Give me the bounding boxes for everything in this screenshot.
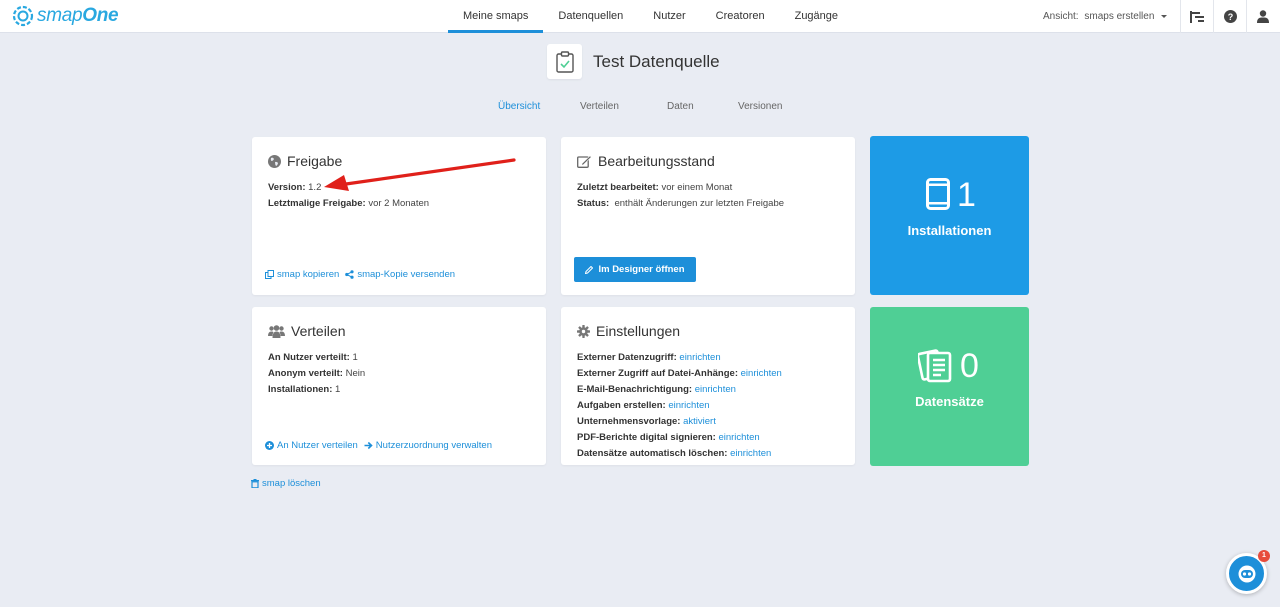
caret-down-icon [1161, 14, 1168, 18]
users-icon [268, 324, 285, 338]
view-label: Ansicht: [1043, 11, 1079, 22]
copy-smap-link[interactable]: smap kopieren [265, 269, 339, 280]
nav-meine-smaps[interactable]: Meine smaps [448, 0, 544, 33]
notification-badge: 1 [1258, 550, 1270, 562]
bearbeitungsstand-title: Bearbeitungsstand [577, 153, 715, 169]
tab-daten[interactable]: Daten [667, 99, 694, 114]
settings-row: Externer Zugriff auf Datei-Anhänge: einr… [577, 368, 782, 379]
pencil-icon [585, 265, 594, 274]
einstellungen-card: Einstellungen Externer Datenzugriff: ein… [561, 307, 855, 465]
datensaetze-count: 0 [960, 347, 979, 385]
status-row: Status: enthält Änderungen zur letzten F… [577, 198, 785, 209]
send-copy-link[interactable]: smap-Kopie versenden [345, 269, 455, 280]
datensaetze-tile[interactable]: 0 Datensätze [870, 307, 1029, 466]
chatbot-icon [1238, 565, 1255, 582]
verteilen-details: An Nutzer verteilt: 1 Anonym verteilt: N… [268, 350, 365, 398]
nav-nutzer[interactable]: Nutzer [638, 0, 700, 33]
settings-row: Datensätze automatisch löschen: einricht… [577, 448, 772, 459]
plus-circle-icon [265, 441, 274, 450]
share-icon [345, 270, 354, 279]
main-nav: Meine smaps Datenquellen Nutzer Creatore… [448, 0, 853, 33]
help-icon-button[interactable]: ? [1213, 0, 1246, 33]
user-distribution-row: An Nutzer verteilt: 1 [268, 352, 358, 363]
datensaetze-label: Datensätze [915, 394, 984, 409]
trash-icon [251, 479, 259, 488]
setup-pdf-signing-link[interactable]: einrichten [718, 432, 759, 443]
open-designer-button[interactable]: Im Designer öffnen [574, 257, 696, 282]
freigabe-actions: smap kopieren smap-Kopie versenden [265, 269, 455, 280]
svg-text:?: ? [1227, 12, 1233, 22]
anonymous-distribution-row: Anonym verteilt: Nein [268, 368, 366, 379]
settings-row: Externer Datenzugriff: einrichten [577, 352, 721, 363]
installationen-count: 1 [957, 176, 976, 214]
installationen-tile[interactable]: 1 Installationen [870, 136, 1029, 295]
annotation-arrow [324, 158, 516, 191]
verteilen-card: Verteilen An Nutzer verteilt: 1 Anonym v… [252, 307, 546, 465]
bearbeitungsstand-card: Bearbeitungsstand Zuletzt bearbeitet: vo… [561, 137, 855, 295]
edit-icon [577, 154, 592, 168]
company-template-link[interactable]: aktiviert [683, 416, 716, 427]
settings-row: E-Mail-Benachrichtigung: einrichten [577, 384, 736, 395]
help-icon: ? [1223, 10, 1237, 23]
settings-row: Aufgaben erstellen: einrichten [577, 400, 710, 411]
tab-verteilen[interactable]: Verteilen [580, 99, 619, 114]
verteilen-actions: An Nutzer verteilen Nutzerzuordnung verw… [265, 440, 492, 451]
settings-row: PDF-Berichte digital signieren: einricht… [577, 432, 760, 443]
last-release-row: Letztmalige Freigabe: vor 2 Monaten [268, 198, 430, 209]
bearbeitung-details: Zuletzt bearbeitet: vor einem Monat Stat… [577, 180, 784, 212]
setup-create-tasks-link[interactable]: einrichten [668, 400, 709, 411]
copy-icon [265, 270, 274, 279]
setup-email-notification-link[interactable]: einrichten [695, 384, 736, 395]
view-value: smaps erstellen [1084, 11, 1155, 22]
manage-user-assignment-link[interactable]: Nutzerzuordnung verwalten [364, 440, 492, 451]
nav-datenquellen[interactable]: Datenquellen [543, 0, 638, 33]
tab-uebersicht[interactable]: Übersicht [498, 99, 540, 114]
installationen-label: Installationen [907, 223, 992, 238]
globe-icon [268, 154, 281, 168]
datasource-icon-box [547, 44, 582, 79]
documents-icon [918, 349, 952, 383]
nav-creatoren[interactable]: Creatoren [701, 0, 780, 33]
flow-icon [1190, 10, 1204, 23]
flow-icon-button[interactable] [1180, 0, 1213, 33]
logo-icon [12, 5, 34, 27]
last-edited-row: Zuletzt bearbeitet: vor einem Monat [577, 182, 733, 193]
setup-external-attachment-access-link[interactable]: einrichten [741, 368, 782, 379]
top-navigation-bar: smapOne Meine smaps Datenquellen Nutzer … [0, 0, 1280, 33]
gear-icon [577, 324, 590, 338]
tablet-icon [926, 178, 950, 210]
einstellungen-title: Einstellungen [577, 323, 680, 339]
delete-smap-link[interactable]: smap löschen [251, 478, 321, 489]
setup-auto-delete-link[interactable]: einrichten [730, 448, 771, 459]
distribute-to-users-link[interactable]: An Nutzer verteilen [265, 440, 358, 451]
arrow-right-icon [364, 441, 373, 450]
smapone-logo[interactable]: smapOne [12, 5, 119, 27]
logo-text: smapOne [37, 5, 119, 26]
installations-row: Installationen: 1 [268, 384, 341, 395]
view-selector[interactable]: Ansicht: smaps erstellen [1043, 0, 1168, 33]
nav-zugaenge[interactable]: Zugänge [780, 0, 853, 33]
setup-external-data-access-link[interactable]: einrichten [679, 352, 720, 363]
page-title: Test Datenquelle [593, 52, 720, 71]
settings-row: Unternehmensvorlage: aktiviert [577, 416, 716, 427]
user-icon-button[interactable] [1246, 0, 1279, 33]
verteilen-title: Verteilen [268, 323, 345, 339]
clipboard-check-icon [555, 50, 574, 73]
tab-versionen[interactable]: Versionen [738, 99, 782, 114]
einstellungen-details: Externer Datenzugriff: einrichten Extern… [577, 350, 782, 462]
user-icon [1257, 10, 1269, 23]
